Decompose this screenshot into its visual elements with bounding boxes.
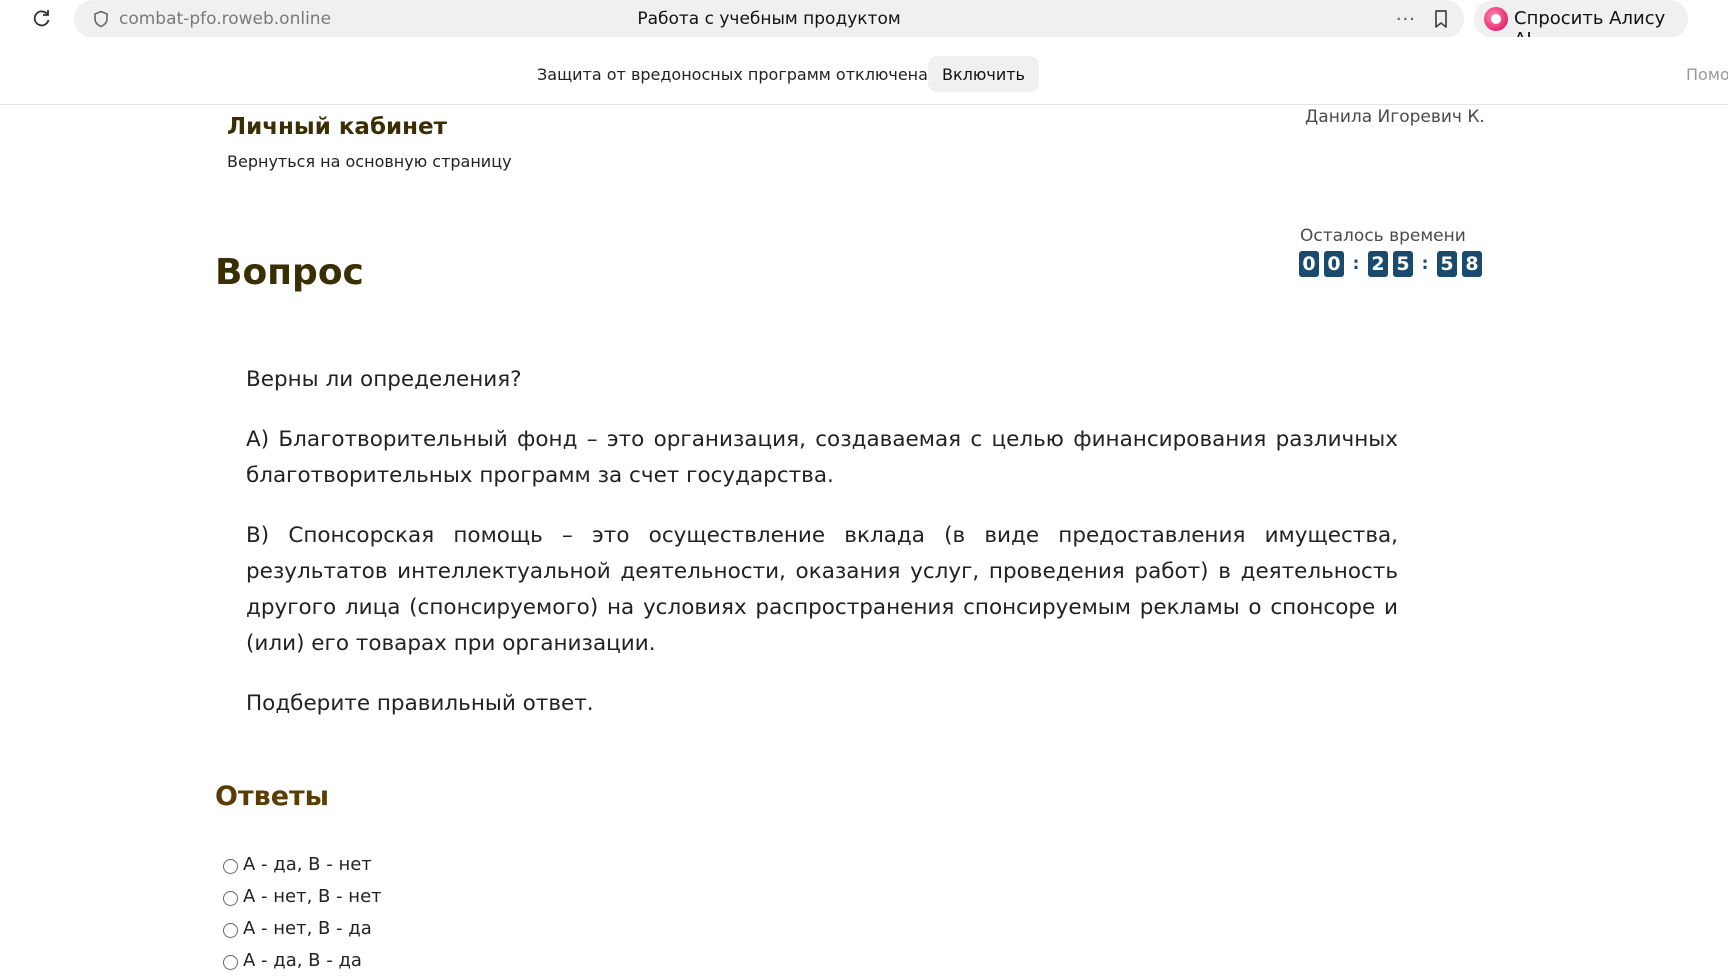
back-to-main-link[interactable]: Вернуться на основную страницу — [227, 152, 512, 171]
answer-radio[interactable] — [223, 922, 238, 938]
answer-label[interactable]: А - нет, В - да — [243, 918, 372, 939]
user-name: Данила Игоревич К. — [1305, 107, 1485, 127]
answer-label[interactable]: А - да, В - нет — [243, 854, 372, 875]
timer-digit: 5 — [1393, 251, 1413, 277]
security-notice-bar: Защита от вредоносных программ отключена… — [0, 37, 1728, 105]
answer-option[interactable]: А - нет, В - нет — [223, 880, 382, 912]
answer-option[interactable]: А - да, В - да — [223, 944, 382, 976]
timer-digit: 0 — [1324, 251, 1344, 277]
answer-label[interactable]: А - да, В - да — [243, 950, 362, 971]
timer-digit: 8 — [1462, 251, 1482, 277]
answer-label[interactable]: А - нет, В - нет — [243, 886, 382, 907]
address-bar[interactable]: combat-pfo.roweb.online Работа с учебным… — [74, 0, 1464, 38]
answer-options: А - да, В - нет А - нет, В - нет А - нет… — [223, 848, 382, 976]
reload-icon[interactable] — [30, 6, 54, 30]
question-paragraph: Подберите правильный ответ. — [246, 691, 594, 716]
answer-option[interactable]: А - да, В - нет — [223, 848, 382, 880]
cabinet-title[interactable]: Личный кабинет — [227, 114, 447, 140]
timer-separator: : — [1421, 254, 1429, 274]
timer-digit: 2 — [1368, 251, 1388, 277]
question-heading: Вопрос — [215, 252, 364, 293]
browser-toolbar: combat-pfo.roweb.online Работа с учебным… — [0, 0, 1728, 50]
more-menu-icon[interactable]: ··· — [1396, 9, 1416, 30]
notice-text: Защита от вредоносных программ отключена — [537, 65, 928, 84]
question-paragraph: Верны ли определения? — [246, 367, 522, 392]
timer-separator: : — [1352, 254, 1360, 274]
bookmark-icon[interactable] — [1432, 9, 1450, 29]
timer-digit: 0 — [1299, 251, 1319, 277]
answer-radio[interactable] — [223, 890, 238, 906]
question-text: Верны ли определения? А) Благотворительн… — [246, 362, 1398, 746]
question-paragraph: А) Благотворительный фонд – это организа… — [246, 427, 1398, 488]
help-link[interactable]: Помо — [1686, 65, 1728, 84]
countdown-timer: 0 0 : 2 5 : 5 8 — [1299, 251, 1487, 277]
answers-heading: Ответы — [215, 781, 330, 812]
alice-icon — [1484, 7, 1508, 31]
answer-radio[interactable] — [223, 954, 238, 970]
enable-protection-button[interactable]: Включить — [928, 56, 1039, 92]
answer-radio[interactable] — [223, 858, 238, 874]
ask-alice-button[interactable]: Спросить Алису AI — [1474, 0, 1688, 50]
answer-option[interactable]: А - нет, В - да — [223, 912, 382, 944]
timer-label: Осталось времени — [1300, 226, 1466, 246]
question-paragraph: В) Спонсорская помощь – это осуществлени… — [246, 523, 1398, 656]
timer-digit: 5 — [1437, 251, 1457, 277]
tab-title: Работа с учебным продуктом — [637, 9, 901, 29]
